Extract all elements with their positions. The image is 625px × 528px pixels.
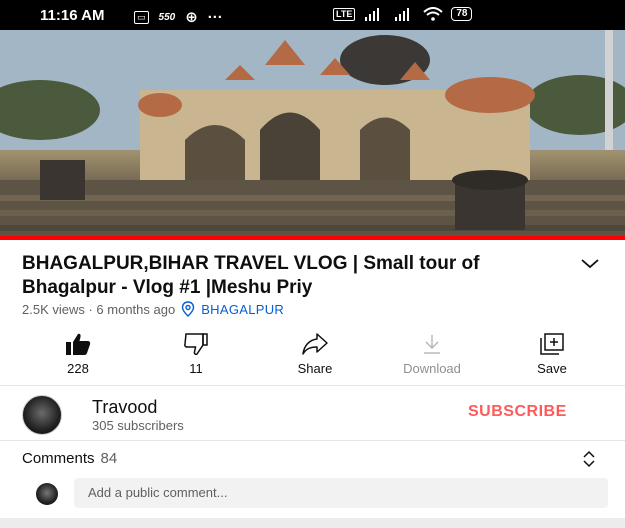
status-right-icons: LTE 78: [333, 7, 473, 21]
comments-label: Comments: [22, 450, 95, 467]
status-time: 11:16 AM: [40, 7, 105, 24]
divider: [0, 385, 625, 386]
save-label: Save: [537, 361, 567, 376]
dislike-count: 11: [189, 361, 203, 376]
video-player[interactable]: [0, 30, 625, 240]
message-icon: ▭: [134, 10, 149, 24]
app-notification-icon: ⊕: [185, 9, 198, 26]
chevron-down-icon[interactable]: [578, 256, 602, 272]
comments-count: 84: [100, 450, 118, 467]
wifi-icon: [423, 7, 444, 21]
save-playlist-icon: [540, 333, 564, 355]
like-count: 228: [67, 361, 89, 376]
subscriber-count: 305 subscribers: [92, 418, 184, 433]
views-and-date: 2.5K views · 6 months ago: [22, 301, 176, 317]
save-button[interactable]: Save: [507, 332, 597, 376]
channel-avatar[interactable]: [22, 395, 62, 435]
video-thumbnail: [0, 30, 625, 240]
signal-icon-2: [395, 7, 410, 21]
thumbs-down-icon: [184, 333, 208, 356]
video-title[interactable]: BHAGALPUR,BIHAR TRAVEL VLOG | Small tour…: [22, 252, 562, 300]
download-icon: [424, 335, 440, 354]
dislike-button[interactable]: 11: [151, 332, 241, 376]
battery-icon: 78: [451, 7, 473, 21]
action-bar: 228 11 Share Download Save: [0, 332, 625, 380]
network-speed: 550: [158, 11, 176, 23]
video-meta: 2.5K views · 6 months ago BHAGALPUR: [22, 301, 284, 317]
bottom-strip: [0, 518, 625, 528]
download-label: Download: [403, 361, 461, 376]
share-button[interactable]: Share: [270, 332, 360, 376]
channel-name[interactable]: Travood: [92, 397, 157, 418]
comments-section[interactable]: Comments 84 Add a public comment...: [0, 440, 625, 528]
location-pin-icon: [182, 301, 195, 317]
thumbs-up-icon: [66, 333, 91, 355]
lte-badge: LTE: [333, 7, 356, 21]
expand-icon[interactable]: [581, 450, 597, 468]
share-icon: [302, 333, 328, 355]
video-progress-bar[interactable]: [0, 236, 625, 240]
download-button[interactable]: Download: [387, 332, 477, 376]
status-bar: 11:16 AM ▭ 550 ⊕ ··· LTE 78: [0, 0, 625, 30]
comments-header: Comments 84: [22, 450, 117, 467]
more-notifications-icon: ···: [207, 8, 223, 26]
location-link[interactable]: BHAGALPUR: [201, 302, 284, 317]
signal-icon: [365, 7, 380, 21]
add-comment-input[interactable]: Add a public comment...: [74, 478, 608, 508]
user-avatar: [36, 483, 58, 505]
share-label: Share: [297, 361, 333, 376]
status-left-icons: ▭ 550 ⊕ ···: [134, 8, 223, 26]
channel-row[interactable]: Travood 305 subscribers SUBSCRIBE: [0, 389, 625, 437]
video-progress-fill: [0, 236, 625, 240]
like-button[interactable]: 228: [33, 332, 123, 376]
subscribe-button[interactable]: SUBSCRIBE: [468, 403, 567, 421]
